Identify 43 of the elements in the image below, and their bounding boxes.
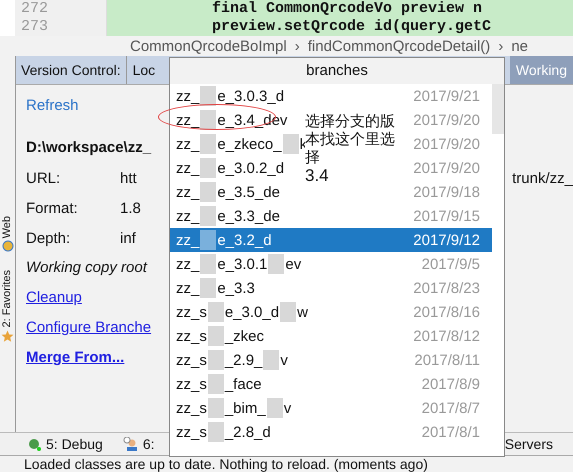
branch-item[interactable]: zz_ e_3.3 2017/8/23 xyxy=(170,276,492,300)
branch-item[interactable]: zz_s _zkec 2017/8/12 xyxy=(170,324,492,348)
branch-item[interactable]: zz_s _2.8_d 2017/8/1 xyxy=(170,420,492,444)
field-label: Format: xyxy=(26,200,79,216)
workspace-path: D:\workspace\zz_ xyxy=(26,138,152,158)
field-value: inf xyxy=(120,230,136,246)
branch-item[interactable]: zz_ e_3.2_d 2017/9/12 xyxy=(170,228,492,252)
bug-icon xyxy=(26,437,42,451)
breadcrumb-separator: › xyxy=(294,38,300,54)
working-copy-note: Working copy root xyxy=(26,258,147,278)
field-value: 1.8 xyxy=(120,200,141,216)
annotation-text: 选择分支的版本找这个里选择 xyxy=(305,112,397,166)
branch-item[interactable]: zz_ e_3.3_de 2017/9/15 xyxy=(170,204,492,228)
line-number: 273 xyxy=(15,17,107,37)
branch-item[interactable]: zz_s e_3.0_d w 2017/8/16 xyxy=(170,300,492,324)
scrollbar[interactable] xyxy=(492,84,504,134)
branch-item[interactable]: zz_s _bim_ v 2017/8/7 xyxy=(170,396,492,420)
branch-item[interactable]: zz_s _face 2017/8/9 xyxy=(170,372,492,396)
side-tab[interactable]: 2: Favorites xyxy=(2,270,13,328)
breadcrumb[interactable]: CommonQrcodeBoImpl xyxy=(130,38,287,54)
action-link[interactable]: Configure Branche xyxy=(26,313,152,343)
globe-icon xyxy=(2,240,14,252)
popup-title: branches xyxy=(170,58,504,84)
action-link[interactable]: Cleanup xyxy=(26,283,82,313)
star-icon xyxy=(1,330,14,343)
branch-item[interactable]: zz_ e_3.0.3_d 2017/9/21 xyxy=(170,84,492,108)
field-label: URL: xyxy=(26,170,62,186)
tool-window-button[interactable]: 5: Debug xyxy=(46,436,103,452)
branch-item[interactable]: zz_s _2.9_ v 2017/8/11 xyxy=(170,348,492,372)
side-tab[interactable]: Web xyxy=(2,216,13,238)
breadcrumb[interactable]: ne xyxy=(511,38,528,54)
field-value: htt xyxy=(120,170,137,186)
breadcrumb-separator: › xyxy=(498,38,504,54)
field-label: Depth: xyxy=(26,230,72,246)
status-message: Loaded classes are up to date. Nothing to reload. (moments ago) xyxy=(24,456,428,472)
refresh-link[interactable]: Refresh xyxy=(26,93,79,119)
tool-window-button[interactable]: 6: xyxy=(142,436,155,452)
branch-item[interactable]: zz_ e_3.0.1 ev 2017/9/5 xyxy=(170,252,492,276)
action-link[interactable]: Merge From... xyxy=(26,343,124,373)
person-icon xyxy=(122,437,139,451)
breadcrumb[interactable]: findCommonQrcodeDetail() xyxy=(308,38,490,54)
tool-window-button[interactable]: Servers xyxy=(504,436,553,452)
field-value: trunk/zz_ xyxy=(512,170,573,186)
